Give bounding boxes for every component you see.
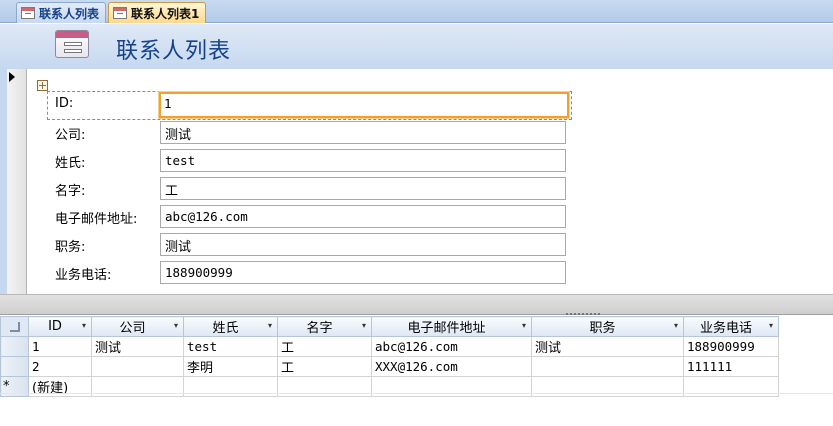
job-title-field[interactable]: 测试 [160,233,566,256]
last-name-field[interactable]: test [160,149,566,172]
column-header-last-name[interactable]: 姓氏 ▾ [183,316,278,337]
datasheet-bottom-rule [0,393,833,394]
column-header-email[interactable]: 电子邮件地址 ▾ [371,316,532,337]
datasheet-table: ID ▾ 公司 ▾ 姓氏 ▾ 名字 ▾ 电子邮件地址 ▾ 职务 ▾ 业务电话 ▾ 1 测试 t… [0,316,779,397]
tab-label: 联系人列表1 [131,6,200,21]
asterisk-icon: * [3,379,10,394]
table-cell[interactable]: 工 [277,336,372,357]
form-icon [113,7,127,19]
table-row[interactable]: 2 李明 工 XXX@126.com 111111 [0,356,779,377]
select-all-icon [9,321,20,332]
table-cell[interactable]: 测试 [531,336,684,357]
last-name-label: 姓氏: [55,156,86,171]
current-record-arrow-icon [9,72,15,82]
select-all-corner[interactable] [0,316,29,337]
datasheet-header-row: ID ▾ 公司 ▾ 姓氏 ▾ 名字 ▾ 电子邮件地址 ▾ 职务 ▾ 业务电话 ▾ [0,316,779,337]
table-cell[interactable]: 工 [277,356,372,377]
id-field[interactable]: 1 [159,92,569,118]
company-field[interactable]: 测试 [160,121,566,144]
column-header-job-title[interactable]: 职务 ▾ [531,316,684,337]
table-cell[interactable] [91,356,184,377]
tab-contact-list[interactable]: 联系人列表 [16,2,107,23]
table-cell[interactable]: 2 [28,356,92,377]
document-tab-bar: 联系人列表 联系人列表1 [0,0,833,23]
column-header-first-name[interactable]: 名字 ▾ [277,316,372,337]
id-label: ID: [55,96,74,111]
job-title-label: 职务: [55,240,86,255]
company-label: 公司: [55,128,86,143]
email-label: 电子邮件地址: [55,212,138,227]
tab-label: 联系人列表 [39,6,100,21]
first-name-field[interactable]: 工 [160,177,566,200]
first-name-label: 名字: [55,184,86,199]
table-row[interactable]: 1 测试 test 工 abc@126.com 测试 188900999 [0,336,779,357]
chevron-down-icon[interactable]: ▾ [268,321,272,330]
table-cell[interactable]: 188900999 [683,336,779,357]
form-icon [21,7,35,19]
tab-contact-list-1[interactable]: 联系人列表1 [108,2,207,23]
splitter-grip-icon [566,313,600,315]
row-selector[interactable] [0,336,29,357]
chevron-down-icon[interactable]: ▾ [82,321,86,330]
table-cell[interactable]: test [183,336,278,357]
column-header-id[interactable]: ID ▾ [28,316,92,337]
form-title: 联系人列表 [116,39,232,64]
chevron-down-icon[interactable]: ▾ [522,321,526,330]
chevron-down-icon[interactable]: ▾ [174,321,178,330]
form-header: 联系人列表 [0,24,833,69]
split-form-splitter[interactable] [0,294,833,315]
table-cell[interactable]: abc@126.com [371,336,532,357]
table-cell[interactable]: 1 [28,336,92,357]
form-icon [55,30,89,58]
chevron-down-icon[interactable]: ▾ [362,321,366,330]
business-phone-field[interactable]: 188900999 [160,261,566,284]
chevron-down-icon[interactable]: ▾ [674,321,678,330]
table-cell[interactable]: 111111 [683,356,779,377]
layout-move-handle-icon[interactable] [37,80,48,91]
table-cell[interactable]: 李明 [183,356,278,377]
record-selector[interactable] [7,69,27,294]
column-header-company[interactable]: 公司 ▾ [91,316,184,337]
email-field[interactable]: abc@126.com [160,205,566,228]
row-selector[interactable] [0,356,29,377]
table-cell[interactable] [531,356,684,377]
chevron-down-icon[interactable]: ▾ [769,321,773,330]
table-cell[interactable]: 测试 [91,336,184,357]
business-phone-label: 业务电话: [55,268,112,283]
column-header-business-phone[interactable]: 业务电话 ▾ [683,316,779,337]
table-cell[interactable]: XXX@126.com [371,356,532,377]
datasheet: ID ▾ 公司 ▾ 姓氏 ▾ 名字 ▾ 电子邮件地址 ▾ 职务 ▾ 业务电话 ▾ 1 测试 t… [0,316,833,426]
